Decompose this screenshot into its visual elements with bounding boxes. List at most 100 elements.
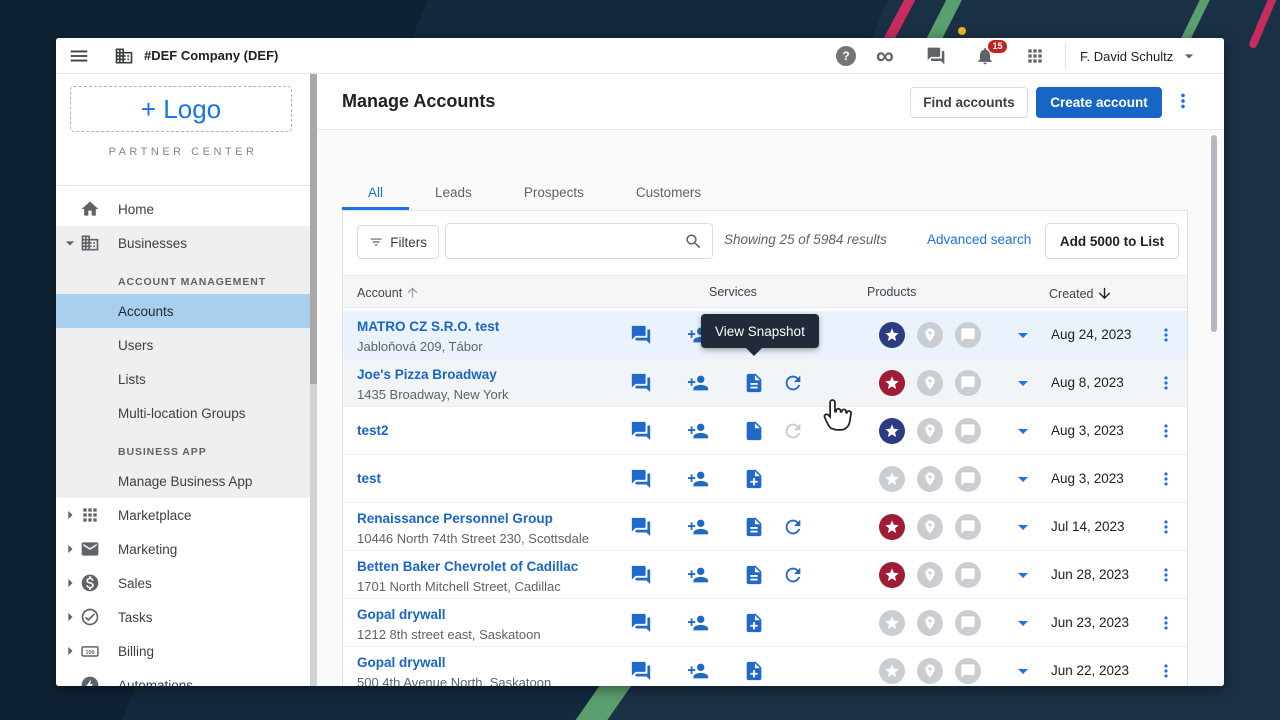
- search-input[interactable]: [456, 225, 682, 257]
- listings-pin-icon[interactable]: [917, 370, 943, 396]
- send-message-icon[interactable]: [630, 468, 652, 490]
- add-contact-icon[interactable]: [687, 372, 709, 394]
- social-bubble-icon[interactable]: [955, 322, 981, 348]
- header-overflow-menu-icon[interactable]: [1172, 90, 1194, 112]
- add-to-list-button[interactable]: Add 5000 to List: [1045, 223, 1179, 259]
- reputation-star-icon[interactable]: [879, 322, 905, 348]
- snapshot-document-icon[interactable]: [743, 564, 765, 586]
- add-logo-button[interactable]: + Logo: [70, 86, 292, 132]
- chevron-right-icon[interactable]: [60, 539, 80, 559]
- reputation-star-icon[interactable]: [879, 610, 905, 636]
- refresh-snapshot-icon[interactable]: [782, 516, 804, 538]
- tab-prospects[interactable]: Prospects: [498, 178, 610, 210]
- account-name-link[interactable]: test2: [357, 423, 389, 438]
- snapshot-document-icon[interactable]: [743, 420, 765, 442]
- refresh-snapshot-icon[interactable]: [782, 564, 804, 586]
- row-menu-icon[interactable]: [1156, 613, 1176, 633]
- column-services[interactable]: Services: [709, 285, 757, 299]
- expand-row-caret-icon[interactable]: [1011, 563, 1035, 587]
- sidebar-item-multi-location-groups[interactable]: Multi-location Groups: [56, 396, 310, 430]
- add-contact-icon[interactable]: [687, 564, 709, 586]
- help-icon[interactable]: ?: [836, 46, 856, 66]
- social-bubble-icon[interactable]: [955, 658, 981, 684]
- account-name-link[interactable]: Renaissance Personnel Group: [357, 511, 553, 526]
- filters-button[interactable]: Filters: [357, 225, 439, 259]
- account-name-link[interactable]: test: [357, 471, 381, 486]
- sidebar-item-businesses[interactable]: Businesses: [56, 226, 310, 260]
- account-name-link[interactable]: Betten Baker Chevrolet of Cadillac: [357, 559, 578, 574]
- listings-pin-icon[interactable]: [917, 658, 943, 684]
- apps-grid-icon[interactable]: [1025, 46, 1045, 66]
- expand-row-caret-icon[interactable]: [1011, 371, 1035, 395]
- snapshot-document-icon[interactable]: [743, 372, 765, 394]
- chevron-right-icon[interactable]: [60, 607, 80, 627]
- chevron-right-icon[interactable]: [60, 573, 80, 593]
- listings-pin-icon[interactable]: [917, 466, 943, 492]
- account-name-link[interactable]: Gopal drywall: [357, 607, 446, 622]
- expand-row-caret-icon[interactable]: [1011, 611, 1035, 635]
- refresh-snapshot-icon[interactable]: [782, 420, 804, 442]
- account-name-link[interactable]: Joe's Pizza Broadway: [357, 367, 497, 382]
- table-row[interactable]: Gopal drywall1212 8th street east, Saska…: [343, 599, 1187, 647]
- find-accounts-button[interactable]: Find accounts: [910, 87, 1028, 118]
- snapshot-document-icon[interactable]: [743, 516, 765, 538]
- table-row[interactable]: Joe's Pizza Broadway1435 Broadway, New Y…: [343, 359, 1187, 407]
- sidebar-item-marketing[interactable]: Marketing: [56, 532, 310, 566]
- send-message-icon[interactable]: [630, 516, 652, 538]
- table-row[interactable]: testAug 3, 2023: [343, 455, 1187, 503]
- account-name-link[interactable]: Gopal drywall: [357, 655, 446, 670]
- infinity-icon[interactable]: ∞: [876, 39, 894, 73]
- add-contact-icon[interactable]: [687, 660, 709, 682]
- row-menu-icon[interactable]: [1156, 469, 1176, 489]
- sidebar-item-billing[interactable]: 100Billing: [56, 634, 310, 668]
- listings-pin-icon[interactable]: [917, 418, 943, 444]
- listings-pin-icon[interactable]: [917, 562, 943, 588]
- row-menu-icon[interactable]: [1156, 517, 1176, 537]
- listings-pin-icon[interactable]: [917, 514, 943, 540]
- row-menu-icon[interactable]: [1156, 325, 1176, 345]
- send-message-icon[interactable]: [630, 660, 652, 682]
- send-message-icon[interactable]: [630, 372, 652, 394]
- tab-customers[interactable]: Customers: [610, 178, 727, 210]
- tab-all[interactable]: All: [342, 178, 409, 210]
- row-menu-icon[interactable]: [1156, 661, 1176, 681]
- main-scrollbar-thumb[interactable]: [1211, 135, 1217, 332]
- sidebar-item-automations[interactable]: Automations: [56, 668, 310, 686]
- table-row[interactable]: Renaissance Personnel Group10446 North 7…: [343, 503, 1187, 551]
- refresh-snapshot-icon[interactable]: [782, 372, 804, 394]
- social-bubble-icon[interactable]: [955, 418, 981, 444]
- table-row[interactable]: Gopal drywall500 4th Avenue North, Saska…: [343, 647, 1187, 686]
- sidebar-item-lists[interactable]: Lists: [56, 362, 310, 396]
- send-message-icon[interactable]: [630, 612, 652, 634]
- sidebar-item-marketplace[interactable]: Marketplace: [56, 498, 310, 532]
- sidebar-item-manage-business-app[interactable]: Manage Business App: [56, 464, 310, 498]
- send-message-icon[interactable]: [630, 564, 652, 586]
- row-menu-icon[interactable]: [1156, 565, 1176, 585]
- add-contact-icon[interactable]: [687, 468, 709, 490]
- account-name-link[interactable]: MATRO CZ S.R.O. test: [357, 319, 499, 334]
- reputation-star-icon[interactable]: [879, 658, 905, 684]
- expand-row-caret-icon[interactable]: [1011, 467, 1035, 491]
- reputation-star-icon[interactable]: [879, 514, 905, 540]
- reputation-star-icon[interactable]: [879, 562, 905, 588]
- add-contact-icon[interactable]: [687, 516, 709, 538]
- sidebar-item-home[interactable]: Home: [56, 192, 310, 226]
- sidebar-item-users[interactable]: Users: [56, 328, 310, 362]
- column-products[interactable]: Products: [867, 285, 916, 299]
- reputation-star-icon[interactable]: [879, 418, 905, 444]
- search-icon[interactable]: [684, 232, 703, 251]
- column-account[interactable]: Account: [357, 285, 420, 300]
- tab-leads[interactable]: Leads: [409, 178, 498, 210]
- reputation-star-icon[interactable]: [879, 370, 905, 396]
- add-contact-icon[interactable]: [687, 420, 709, 442]
- column-created[interactable]: Created: [1049, 285, 1113, 302]
- sidebar-scrollbar-thumb[interactable]: [310, 74, 317, 384]
- send-message-icon[interactable]: [630, 324, 652, 346]
- social-bubble-icon[interactable]: [955, 514, 981, 540]
- create-account-button[interactable]: Create account: [1036, 87, 1162, 118]
- snapshot-document-icon[interactable]: [743, 468, 765, 490]
- expand-row-caret-icon[interactable]: [1011, 659, 1035, 683]
- chevron-down-icon[interactable]: [60, 233, 80, 253]
- advanced-search-link[interactable]: Advanced search: [927, 232, 1031, 247]
- expand-row-caret-icon[interactable]: [1011, 323, 1035, 347]
